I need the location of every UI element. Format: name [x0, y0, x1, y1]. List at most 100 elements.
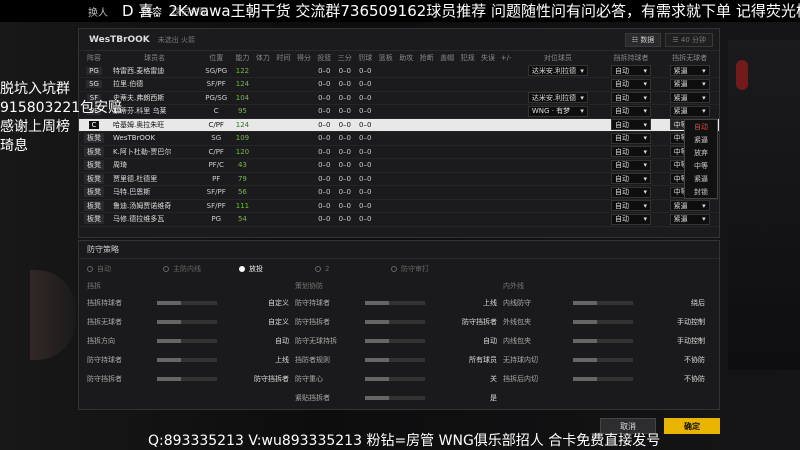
pnr-off-dropdown[interactable]: 紧逼 ▾ [669, 213, 710, 225]
strategy-mode-radio[interactable]: 放投 [239, 264, 315, 274]
view-data-button[interactable]: ☷ 数据 [624, 33, 662, 47]
player-rating: 54 [232, 212, 253, 227]
strategy-setting-row[interactable]: 挡防者规则 所有球员 [295, 350, 497, 369]
pnr-ball-dropdown[interactable]: 自动 ▾ [611, 65, 652, 76]
setting-slider[interactable] [157, 357, 217, 362]
strategy-setting-row[interactable]: 内线防守 绕后 [503, 293, 705, 312]
pnr-off-dropdown[interactable]: 紧逼 ▾ [669, 92, 710, 104]
table-row[interactable]: 板凳 马修.德拉维多瓦 PG 54 0–0 0–0 0–0 自动 ▾ 紧逼 ▾ [79, 212, 719, 227]
strategy-mode-radio[interactable]: 主防内线 [163, 264, 239, 274]
shooting-stat: 0–0 [314, 212, 335, 227]
tab-substitution[interactable]: 换人 [88, 4, 108, 19]
pnr-off-dropdown[interactable]: 紧逼 ▾ [669, 200, 710, 212]
pnr-ball-dropdown[interactable]: 自动 ▾ [611, 132, 652, 144]
setting-value: 手动控制 [677, 336, 705, 345]
setting-slider[interactable] [573, 319, 633, 324]
table-row[interactable]: SF 史蒂夫.弗朗西斯 PG/SG 104 0–0 0–0 0–0 达米安.利拉德 ▾ 自动 ▾ 紧逼… [79, 91, 719, 105]
strategy-setting-row[interactable]: 防守挡拆者 防守挡拆者 [295, 312, 497, 331]
strategy-setting-row[interactable]: 防守持球者 上线 [87, 350, 289, 369]
pnr-ball-dropdown[interactable]: 自动 ▾ [611, 159, 652, 171]
setting-slider[interactable] [365, 376, 425, 381]
pnr-off-dropdown[interactable]: 紧逼 ▾ [669, 65, 710, 76]
pnr-ball-dropdown[interactable]: 自动 ▾ [611, 92, 652, 104]
player-rating: 111 [232, 199, 253, 213]
strategy-setting-row[interactable]: 内线包夹 手动控制 [503, 331, 705, 350]
slider-fill [365, 395, 389, 400]
strategy-column: 挡拆 挡拆持球者 自定义 挡拆无球者 自定义 挡拆方向 自动 防守持球者 上线 防守挡拆者 防守挡拆… [87, 279, 289, 407]
table-row[interactable]: 板凳WesTBrOOKSG1090–00–00–0自动▾中等▾ [79, 131, 719, 146]
setting-label: 挡拆无球者 [87, 317, 122, 326]
strategy-setting-row[interactable]: 挡拆无球者 自定义 [87, 312, 289, 331]
matchup-label: 达米安.利拉德 [531, 66, 577, 75]
matchup-cell [514, 77, 602, 92]
strategy-mode-radio[interactable]: 自动 [87, 264, 163, 274]
minutes-cell [273, 199, 294, 213]
table-row[interactable]: 板凳周琦PF/C430–00–00–0自动▾中等▾ [79, 158, 719, 173]
menu-option[interactable]: 放弃 [685, 146, 717, 159]
setting-slider[interactable] [365, 300, 425, 305]
strategy-setting-row[interactable]: 防守重心 关 [295, 369, 497, 388]
pnr-off-dropdown[interactable]: 紧逼 ▾ [669, 105, 710, 117]
table-row[interactable]: PG 特雷西.麦格雷迪 SG/PG 122 0–0 0–0 0–0 达米安.利拉德 ▾ 自动 ▾ 紧逼… [79, 64, 719, 78]
pnr-ball-dropdown[interactable]: 自动 ▾ [611, 173, 652, 185]
stat-cell [395, 131, 417, 146]
player-name: WesTBrOOK [109, 131, 201, 146]
pnr-ball-dropdown[interactable]: 自动 ▾ [611, 200, 652, 212]
setting-value: 自动 [275, 336, 289, 345]
column-header: +/- [500, 53, 512, 62]
setting-label: 防守挡拆者 [295, 317, 330, 326]
matchup-dropdown[interactable]: 达米安.利拉德 ▾ [527, 65, 588, 76]
strategy-setting-row[interactable]: 防守无球持拆 自动 [295, 331, 497, 350]
pnr-ball-dropdown[interactable]: 自动 ▾ [611, 78, 652, 90]
pnr-off-dropdown[interactable]: 紧逼 ▾ [669, 78, 710, 90]
table-row[interactable]: C哈基姆.奥拉朱旺C/PF1240–00–00–0自动▾中等▾ [79, 118, 719, 132]
setting-slider[interactable] [573, 338, 633, 343]
view-minutes-button[interactable]: ☰ 40 分钟 [665, 33, 713, 47]
strategy-setting-row[interactable]: 防守持球者 上线 [295, 293, 497, 312]
strategy-setting-row[interactable]: 无持球内切 不协防 [503, 350, 705, 369]
stat-cell [416, 77, 437, 92]
table-row[interactable]: 板凳 鲁迪.汤姆贾诺维奇 SF/PF 111 0–0 0–0 0–0 自动 ▾ 紧逼 ▾ [79, 199, 719, 213]
strategy-setting-row[interactable]: 防守挡拆者 防守挡拆者 [87, 369, 289, 388]
table-row[interactable]: 板凳K.阿卜杜勒-贾巴尔C/PF1200–00–00–0自动▾中等▾ [79, 145, 719, 159]
pnr-ball-dropdown[interactable]: 自动 ▾ [611, 213, 652, 225]
pnr-ball-dropdown[interactable]: 自动 ▾ [611, 119, 652, 131]
setting-slider[interactable] [573, 376, 633, 381]
table-row[interactable]: PF 斯蒂芬.科里 乌莱 C 95 0–0 0–0 0–0 WNG · 有梦 ▾ 自动 ▾ 紧逼 ▾ [79, 104, 719, 119]
table-row[interactable]: 板凳贾里德.杜德里PF790–00–00–0自动▾中等▾ [79, 172, 719, 186]
setting-slider[interactable] [157, 376, 217, 381]
setting-slider[interactable] [157, 338, 217, 343]
menu-option[interactable]: 紧逼 [685, 172, 717, 185]
pnr-ball-dropdown[interactable]: 自动 ▾ [611, 186, 652, 198]
setting-slider[interactable] [365, 357, 425, 362]
strategy-mode-radio[interactable]: 防守审打 [391, 264, 467, 274]
strategy-setting-row[interactable]: 挡拆持球者 自定义 [87, 293, 289, 312]
setting-slider[interactable] [365, 395, 425, 400]
pnr-ball-dropdown[interactable]: 自动 ▾ [611, 105, 652, 117]
strategy-setting-row[interactable]: 紧贴挡拆者 是 [295, 388, 497, 407]
setting-slider[interactable] [157, 319, 217, 324]
setting-slider[interactable] [573, 357, 633, 362]
setting-slider[interactable] [365, 338, 425, 343]
setting-slider[interactable] [365, 319, 425, 324]
strategy-setting-row[interactable]: 挡拆后内切 不协防 [503, 369, 705, 388]
matchup-dropdown[interactable]: WNG · 有梦 ▾ [527, 105, 588, 117]
menu-option[interactable]: 自动 [685, 120, 717, 133]
matchup-dropdown[interactable]: 达米安.利拉德 ▾ [527, 92, 588, 104]
setting-slider[interactable] [157, 300, 217, 305]
table-row[interactable]: 板凳马特.巴恩斯SF/PF560–00–00–0自动▾中等▾ [79, 185, 719, 200]
setting-slider[interactable] [573, 300, 633, 305]
strategy-mode-radio[interactable]: 2 [315, 265, 391, 273]
menu-option[interactable]: 封锁 [685, 185, 717, 198]
strategy-setting-row[interactable]: 挡拆方向 自动 [87, 331, 289, 350]
setting-value: 防守挡拆者 [254, 374, 289, 383]
menu-option[interactable]: 紧逼 [685, 133, 717, 146]
confirm-button[interactable]: 确定 [664, 418, 720, 434]
stat-cell [416, 118, 437, 132]
defense-cell: 自动 ▾ [601, 185, 661, 200]
stat-cell [375, 212, 396, 227]
strategy-setting-row[interactable]: 外线包夹 手动控制 [503, 312, 705, 331]
menu-option[interactable]: 中等 [685, 159, 717, 172]
pnr-ball-dropdown[interactable]: 自动 ▾ [611, 146, 652, 158]
table-row[interactable]: SG 拉里.伯德 SF/PF 124 0–0 0–0 0–0 自动 ▾ 紧逼 ▾ [79, 77, 719, 92]
